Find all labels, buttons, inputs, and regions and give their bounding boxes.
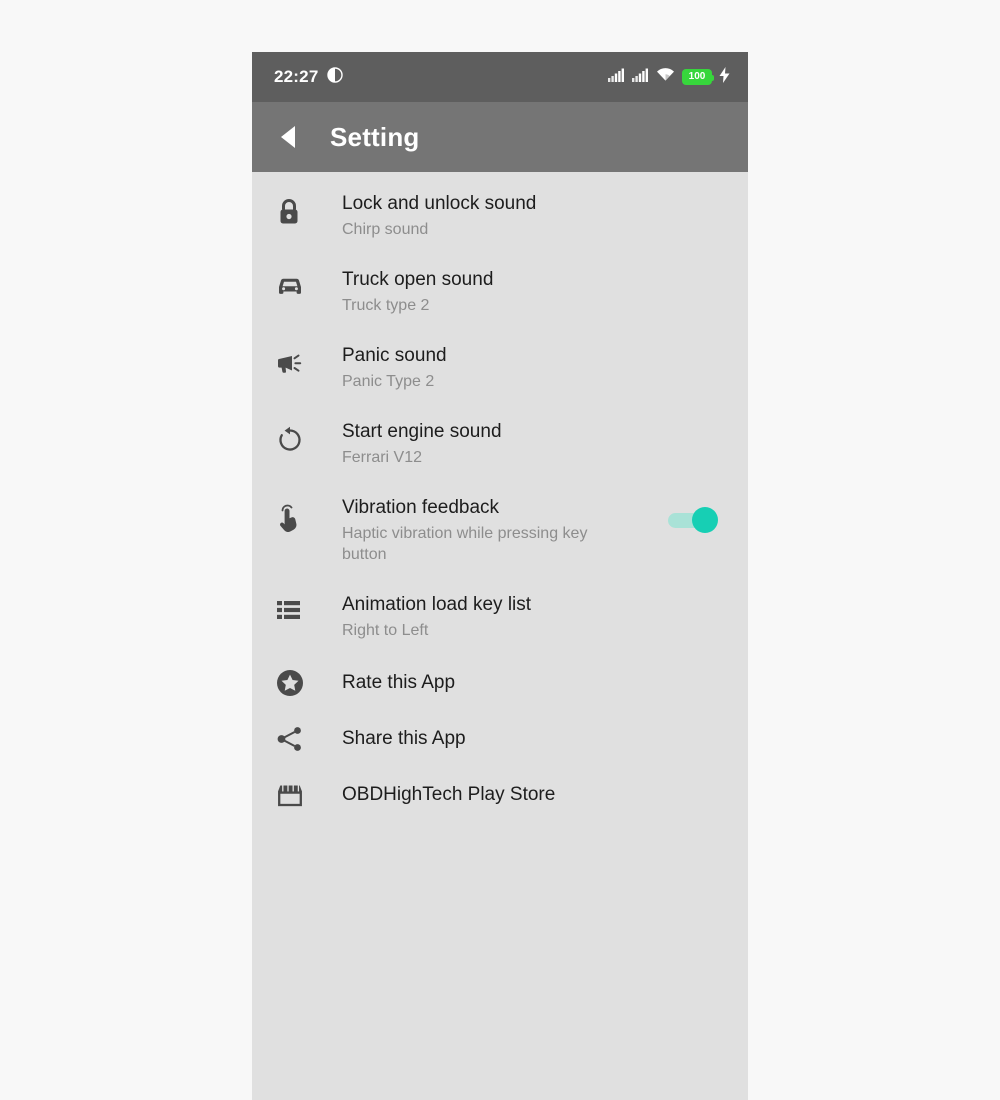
list-item-text: Start engine sound Ferrari V12	[322, 420, 724, 468]
list-item-subtitle: Ferrari V12	[342, 448, 423, 466]
battery-icon: 100	[682, 69, 714, 85]
list-item-title: Start engine sound	[342, 420, 502, 442]
list-item[interactable]: Share this App	[252, 711, 748, 767]
list-item-title: Panic sound	[342, 344, 447, 366]
list-item[interactable]: OBDHighTech Play Store	[252, 767, 748, 823]
star-circle-icon	[276, 669, 322, 697]
toggle-thumb	[692, 506, 718, 533]
status-bar-clock: 22:27	[274, 67, 319, 86]
wifi-icon	[656, 67, 675, 87]
phone-screen: 22:27 100 Setting Lock and unlock sound …	[252, 52, 748, 1100]
list-item-title: Animation load key list	[342, 594, 532, 616]
list-item-text: Panic sound Panic Type 2	[322, 344, 724, 392]
car-front-icon	[276, 268, 322, 298]
list-item-title: Lock and unlock sound	[342, 193, 537, 214]
list-item-text: Vibration feedback Haptic vibration whil…	[322, 496, 668, 565]
list-item[interactable]: Start engine sound Ferrari V12	[252, 406, 748, 482]
list-item-text: Animation load key list Right to Left	[322, 593, 724, 641]
megaphone-icon	[276, 344, 322, 376]
back-arrow-icon	[281, 126, 295, 148]
list-item-text: Share this App	[322, 727, 724, 752]
list-item[interactable]: Vibration feedback Haptic vibration whil…	[252, 482, 748, 579]
page-title: Setting	[330, 121, 420, 152]
list-item-subtitle: Panic Type 2	[342, 372, 435, 390]
storefront-icon	[276, 782, 322, 808]
share-icon	[276, 725, 322, 753]
list-item-text: OBDHighTech Play Store	[322, 783, 724, 808]
lock-icon	[276, 192, 322, 226]
lightning-bolt-icon	[719, 66, 730, 88]
list-item[interactable]: Truck open sound Truck type 2	[252, 254, 748, 330]
app-bar: Setting	[252, 102, 748, 172]
list-item-title: OBDHighTech Play Store	[342, 783, 556, 805]
cellular-signal-icon	[632, 68, 649, 87]
list-item[interactable]: Panic sound Panic Type 2	[252, 330, 748, 406]
list-item[interactable]: Animation load key list Right to Left	[252, 579, 748, 655]
list-item-subtitle: Haptic vibration while pressing key butt…	[342, 524, 588, 563]
cellular-signal-icon	[608, 68, 625, 87]
status-bar-right: 100	[608, 66, 730, 88]
status-bar-left: 22:27	[274, 66, 344, 88]
list-item-subtitle: Truck type 2	[342, 296, 430, 314]
vibration-feedback-toggle[interactable]	[668, 506, 718, 533]
list-item-text: Lock and unlock sound Chirp sound	[322, 192, 724, 240]
list-item-subtitle: Chirp sound	[342, 220, 429, 238]
list-item-title: Vibration feedback	[342, 496, 500, 518]
list-item[interactable]: Rate this App	[252, 655, 748, 711]
list-item-text: Rate this App	[322, 671, 724, 696]
touch-tap-icon	[276, 496, 322, 532]
back-button[interactable]	[274, 123, 302, 151]
list-item-text: Truck open sound Truck type 2	[322, 268, 724, 316]
list-icon	[276, 593, 322, 621]
battery-level: 100	[688, 71, 706, 82]
list-item-action	[668, 496, 724, 533]
list-item-subtitle: Right to Left	[342, 621, 429, 639]
settings-list: Lock and unlock sound Chirp sound Truck …	[252, 172, 748, 823]
list-item-title: Truck open sound	[342, 268, 494, 290]
list-item-title: Share this App	[342, 727, 466, 749]
list-item[interactable]: Lock and unlock sound Chirp sound	[252, 178, 748, 254]
list-item-title: Rate this App	[342, 671, 456, 693]
dnd-circle-icon	[327, 66, 344, 88]
status-bar: 22:27 100	[252, 52, 748, 102]
restart-rotate-icon	[276, 420, 322, 454]
